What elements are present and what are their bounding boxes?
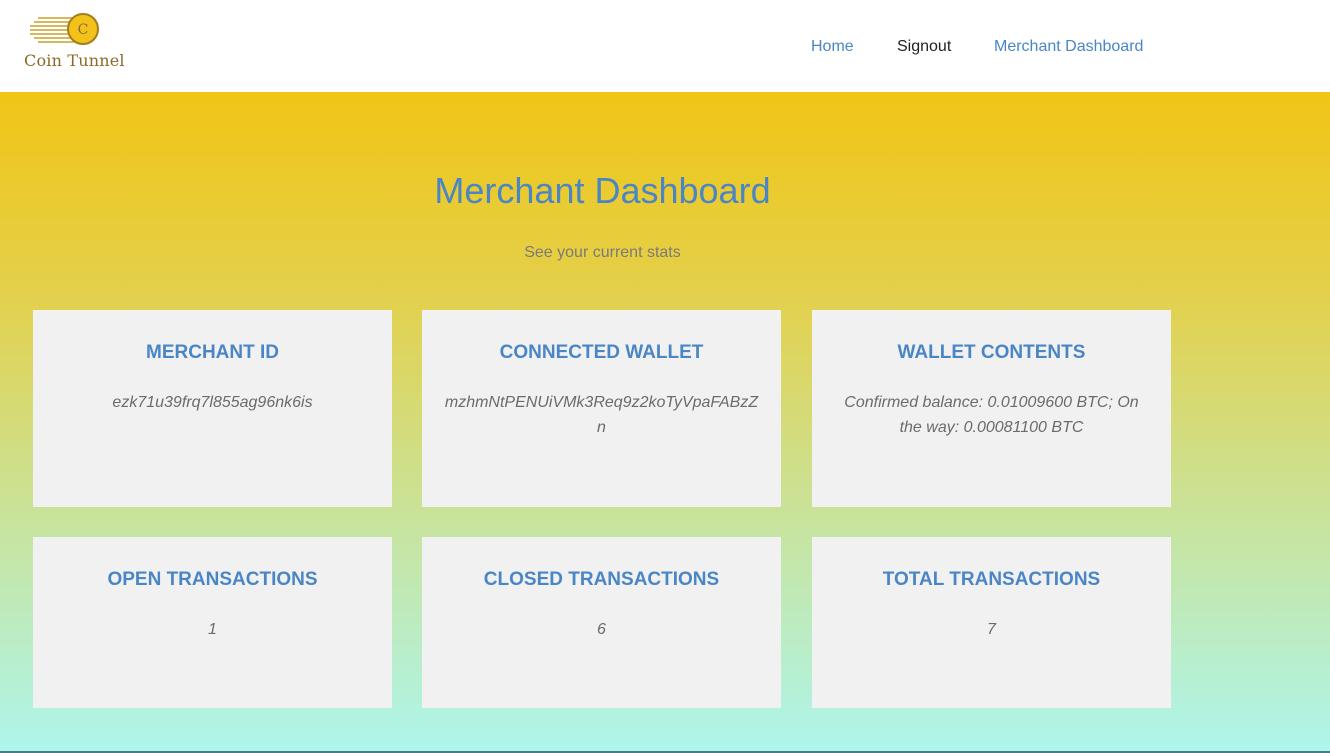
card-value: ezk71u39frq7l855ag96nk6is	[112, 394, 313, 411]
svg-text:C: C	[78, 22, 89, 38]
card-title: OPEN TRANSACTIONS	[107, 569, 318, 590]
nav-home-link[interactable]: Home	[811, 38, 854, 56]
card-value: Confirmed balance: 0.01009600 BTC; On th…	[844, 394, 1139, 436]
nav-signout-link[interactable]: Signout	[897, 38, 951, 56]
total-transactions-card: TOTAL TRANSACTIONS 7	[812, 537, 1171, 708]
card-value: 7	[987, 621, 996, 638]
site-header: C Coin Tunnel Home Signout Merchant Dash…	[0, 0, 1330, 92]
coin-icon: C	[30, 13, 99, 45]
closed-transactions-card: CLOSED TRANSACTIONS 6	[422, 537, 781, 708]
page-title: Merchant Dashboard	[434, 170, 771, 211]
open-transactions-card: OPEN TRANSACTIONS 1	[33, 537, 392, 708]
nav-merchant-dashboard-link[interactable]: Merchant Dashboard	[994, 38, 1143, 56]
card-value: 1	[208, 621, 217, 638]
card-title: WALLET CONTENTS	[897, 342, 1086, 363]
merchant-id-card: MERCHANT ID ezk71u39frq7l855ag96nk6is	[33, 310, 392, 507]
connected-wallet-card: CONNECTED WALLET mzhmNtPENUiVMk3Req9z2ko…	[422, 310, 781, 507]
page-subtitle: See your current stats	[524, 244, 681, 261]
card-title: TOTAL TRANSACTIONS	[882, 569, 1101, 590]
card-value: mzhmNtPENUiVMk3Req9z2koTyVpaFABzZn	[444, 394, 759, 436]
card-value: 6	[597, 621, 606, 638]
card-title: CONNECTED WALLET	[499, 342, 704, 363]
logo-text: Coin Tunnel	[24, 51, 125, 70]
wallet-contents-card: WALLET CONTENTS Confirmed balance: 0.010…	[812, 310, 1171, 507]
logo[interactable]: C Coin Tunnel	[24, 12, 134, 72]
card-title: MERCHANT ID	[146, 342, 279, 363]
card-title: CLOSED TRANSACTIONS	[483, 569, 720, 590]
